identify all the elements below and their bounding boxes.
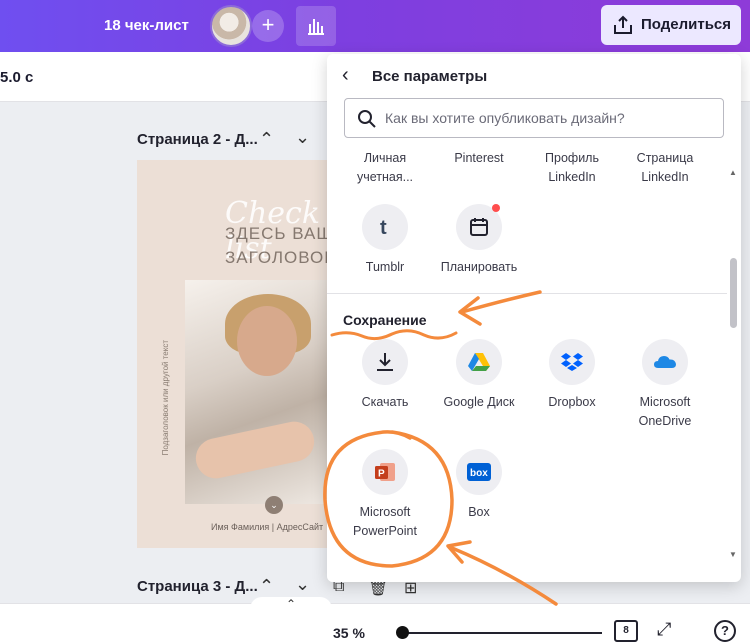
panel-title: Все параметры xyxy=(372,68,488,85)
option-label: Google Диск xyxy=(443,395,515,409)
search-icon xyxy=(358,110,376,128)
share-upload-icon xyxy=(614,15,632,34)
zoom-slider-thumb[interactable] xyxy=(396,626,409,639)
bar-chart-icon xyxy=(308,19,324,35)
option-label: Профиль LinkedIn xyxy=(545,151,599,184)
option-label: Tumblr xyxy=(365,260,405,274)
photo-face xyxy=(237,306,297,376)
svg-text:t: t xyxy=(380,217,387,239)
scroll-up-icon[interactable]: ▲ xyxy=(729,168,737,177)
download-icon xyxy=(362,339,408,385)
design-photo xyxy=(185,280,333,504)
option-label: Microsoft OneDrive xyxy=(638,395,692,428)
notification-dot xyxy=(492,204,500,212)
option-box[interactable]: box Box xyxy=(433,449,525,522)
onedrive-icon xyxy=(642,339,688,385)
option-onedrive[interactable]: Microsoft OneDrive xyxy=(619,339,711,431)
option-tumblr[interactable]: t Tumblr xyxy=(339,204,431,277)
design-page-2[interactable]: Check list ЗДЕСЬ ВАШ ЗАГОЛОВОК Подзаголо… xyxy=(137,160,333,548)
option-linkedin-profile[interactable]: Профиль LinkedIn xyxy=(526,149,618,187)
page-2-label: Страница 2 - Д... xyxy=(137,131,258,148)
duration-value[interactable]: 5.0 с xyxy=(0,69,33,86)
avatar[interactable] xyxy=(210,5,252,47)
calendar-icon xyxy=(456,204,502,250)
option-powerpoint[interactable]: P Microsoft PowerPoint xyxy=(339,449,431,541)
page-3-label: Страница 3 - Д... xyxy=(137,578,258,595)
share-panel: ‹ Все параметры Личная учетная... Pinter… xyxy=(327,54,741,582)
option-label: Личная учетная... xyxy=(356,151,414,184)
option-pinterest[interactable]: Pinterest xyxy=(433,149,525,168)
page-3-header: Страница 3 - Д... ⌃ ⌄ xyxy=(137,574,310,596)
option-label: Pinterest xyxy=(454,151,504,165)
option-label: Страница LinkedIn xyxy=(636,151,694,184)
share-button[interactable]: Поделиться xyxy=(601,5,741,45)
scrollbar-thumb[interactable] xyxy=(730,258,737,328)
option-personal-account[interactable]: Личная учетная... xyxy=(339,149,431,187)
add-collaborator-button[interactable]: + xyxy=(252,10,284,42)
svg-text:box: box xyxy=(470,468,488,479)
option-label: Планировать xyxy=(440,260,518,274)
design-heading-line1: ЗДЕСЬ ВАШ xyxy=(225,224,333,243)
collapse-notes-chevron-icon[interactable]: ⌃ xyxy=(250,597,332,617)
section-divider xyxy=(327,293,727,294)
help-button[interactable]: ? xyxy=(714,620,736,642)
option-label: Microsoft PowerPoint xyxy=(353,505,417,538)
option-schedule[interactable]: Планировать xyxy=(433,204,525,277)
share-button-label: Поделиться xyxy=(641,16,732,33)
panel-fade xyxy=(327,552,727,582)
option-google-drive[interactable]: Google Диск xyxy=(433,339,525,412)
page-count-button[interactable]: 8 xyxy=(614,620,638,642)
page-2-header: Страница 2 - Д... ⌃ ⌄ xyxy=(137,127,310,149)
page-options-chevron-icon[interactable]: ⌄ xyxy=(265,496,283,514)
document-title[interactable]: 18 чек-лист xyxy=(104,17,189,34)
option-linkedin-page[interactable]: Страница LinkedIn xyxy=(619,149,711,187)
option-dropbox[interactable]: Dropbox xyxy=(526,339,618,412)
fullscreen-icon[interactable]: ⤢ xyxy=(657,619,671,640)
save-section-title: Сохранение xyxy=(343,312,427,328)
zoom-slider-track[interactable] xyxy=(402,632,602,634)
tumblr-icon: t xyxy=(362,204,408,250)
move-page-up-icon[interactable]: ⌃ xyxy=(259,576,274,597)
move-page-up-icon[interactable]: ⌃ xyxy=(259,129,274,150)
powerpoint-icon: P xyxy=(362,449,408,495)
option-label: Dropbox xyxy=(548,395,596,409)
box-icon: box xyxy=(456,449,502,495)
panel-scrollbar[interactable]: ▲ ▼ xyxy=(727,168,739,566)
move-page-down-icon[interactable]: ⌄ xyxy=(295,574,310,595)
photo-arm xyxy=(192,417,318,483)
insights-button[interactable] xyxy=(296,6,336,46)
design-footer-text: Имя Фамилия | АдресСайт xyxy=(211,522,324,532)
svg-text:P: P xyxy=(378,469,385,480)
option-label: Box xyxy=(468,505,490,519)
dropbox-icon xyxy=(549,339,595,385)
scroll-down-icon[interactable]: ▼ xyxy=(729,550,737,559)
google-drive-icon xyxy=(456,339,502,385)
design-vertical-text: Подзаголовок или другой текст xyxy=(161,340,170,456)
search-input[interactable] xyxy=(385,107,715,129)
top-bar: 18 чек-лист + Поделиться xyxy=(0,0,750,52)
search-field[interactable] xyxy=(344,98,724,138)
zoom-value[interactable]: 35 % xyxy=(333,625,365,641)
option-download[interactable]: Скачать xyxy=(339,339,431,412)
back-chevron-icon[interactable]: ‹ xyxy=(342,64,349,87)
design-heading-line2: ЗАГОЛОВОК xyxy=(225,248,333,267)
option-label: Скачать xyxy=(361,395,409,409)
move-page-down-icon[interactable]: ⌄ xyxy=(295,127,310,148)
